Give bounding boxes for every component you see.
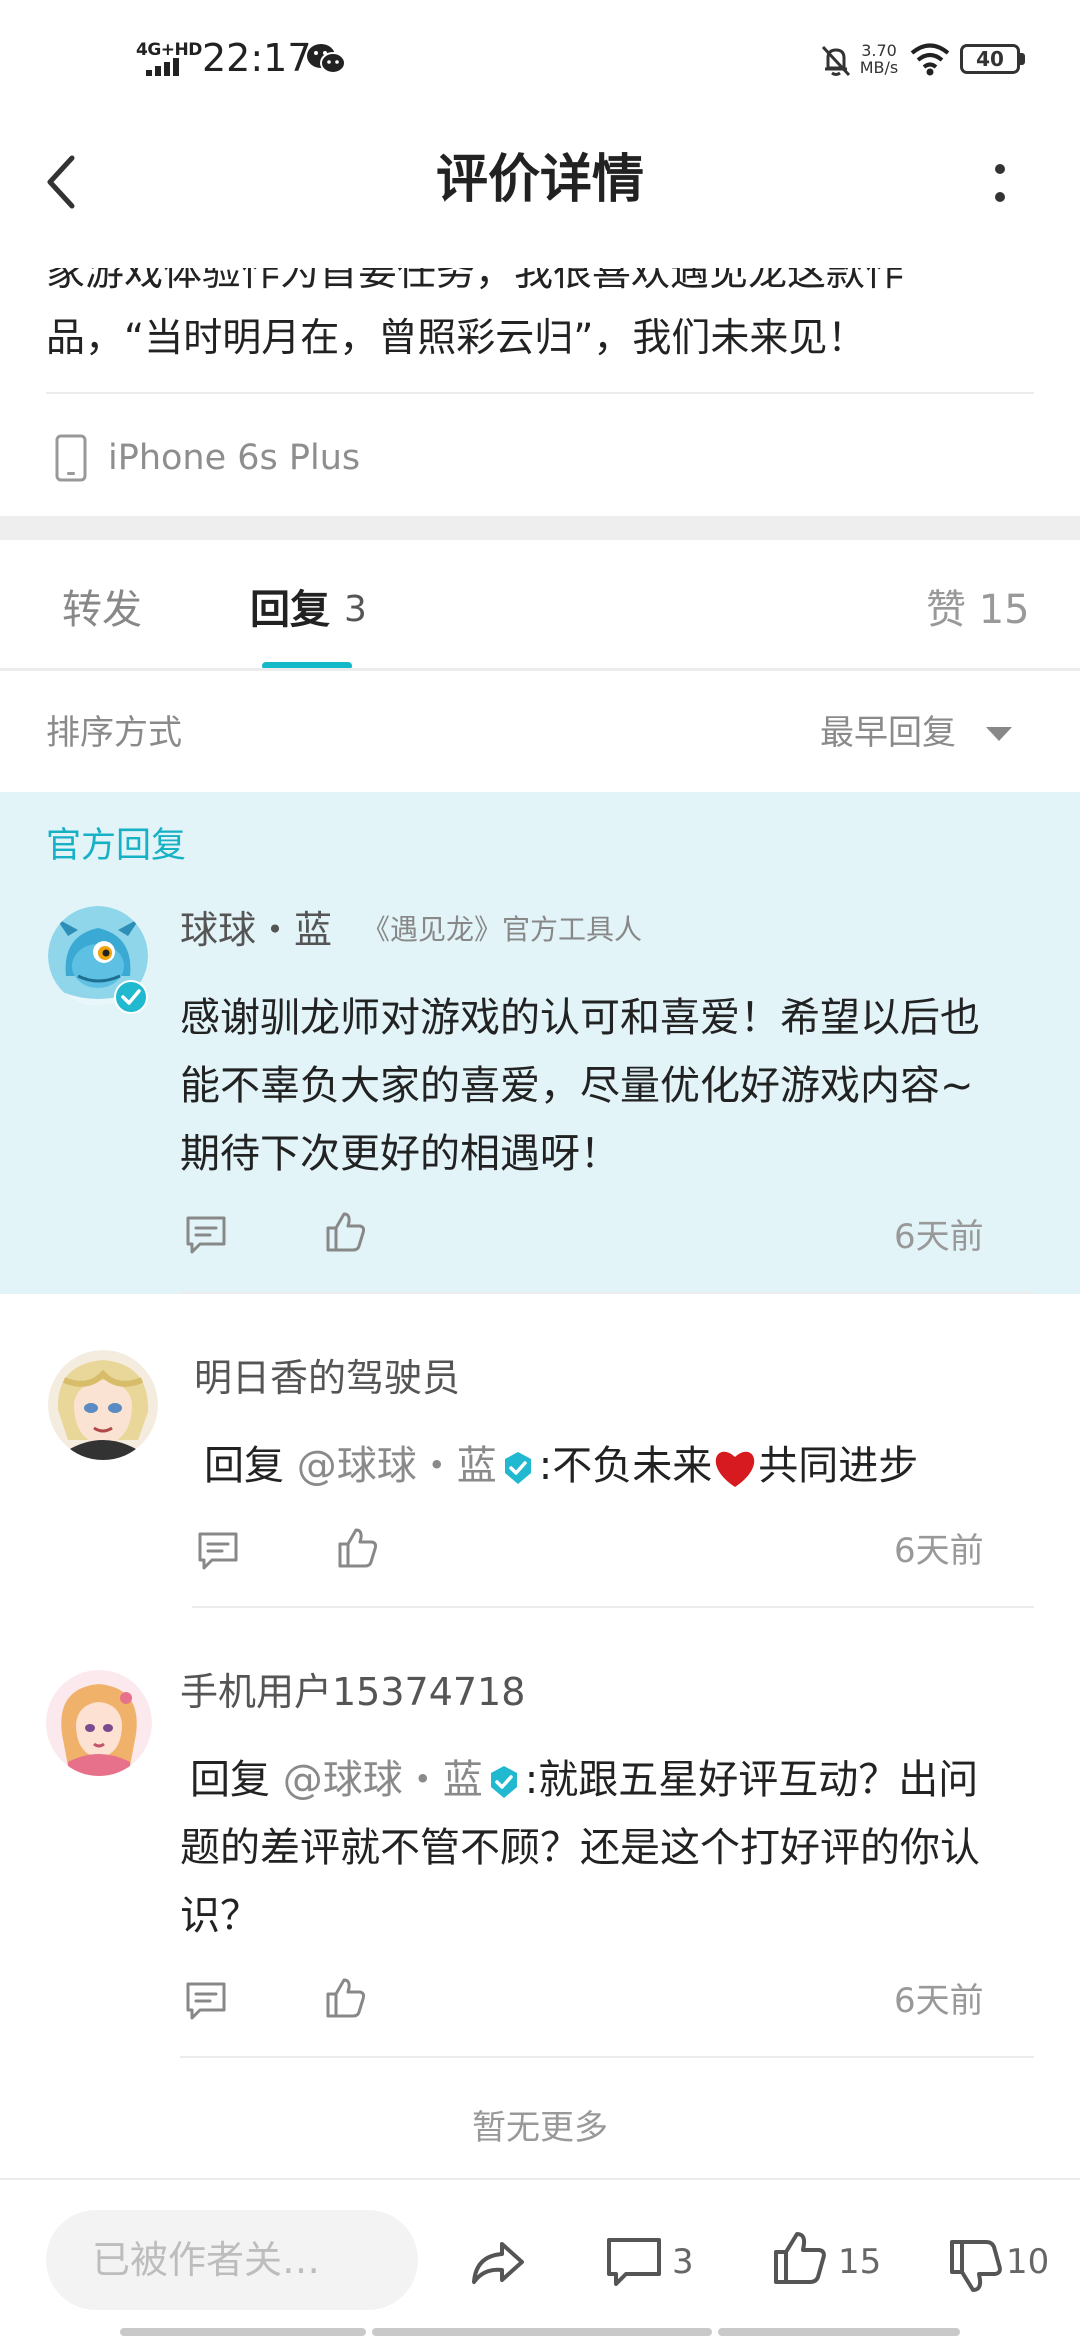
comment-icon[interactable]	[604, 2232, 664, 2292]
reply-author-name[interactable]: 手机用户15374718	[180, 1666, 525, 1718]
device-name: iPhone 6s Plus	[108, 438, 361, 478]
comment-input-placeholder: 已被作者关…	[92, 2238, 321, 2282]
signal-icon	[146, 58, 179, 76]
comment-icon[interactable]	[196, 1528, 240, 1572]
wechat-icon	[307, 44, 346, 74]
dislike-count: 10	[1006, 2242, 1050, 2282]
reply-prefix: 回复	[204, 1443, 284, 1489]
comment-icon[interactable]	[184, 1212, 228, 1256]
caret-down-icon[interactable]	[984, 724, 1014, 744]
reply-time: 6天前	[894, 1217, 984, 1257]
sort-dropdown[interactable]: 最早回复	[820, 708, 956, 758]
battery-tip	[1020, 53, 1025, 65]
comment-icon[interactable]	[184, 1978, 228, 2022]
divider	[192, 1606, 1034, 1608]
reply-text: 题的差评就不管不顾？还是这个打好评的你认	[180, 1825, 980, 1871]
tab-reply[interactable]: 回复	[250, 580, 330, 640]
reply-prefix: 回复	[190, 1757, 270, 1803]
divider	[180, 1292, 1034, 1294]
official-author-name[interactable]: 球球・蓝	[180, 904, 332, 956]
verified-icon	[504, 1452, 531, 1484]
reply-text: 识？	[180, 1893, 260, 1939]
mention-link[interactable]: @球球・蓝	[283, 1757, 483, 1803]
section-separator	[0, 516, 1080, 540]
official-reply-text: 能不辜负大家的喜爱，尽量优化好游戏内容~	[180, 1063, 974, 1109]
official-reply-text: 感谢驯龙师对游戏的认可和喜爱！希望以后也	[180, 995, 980, 1041]
page-title: 评价详情	[435, 150, 644, 210]
reply-text: 回复 @球球・蓝 :就跟五星好评互动？出问	[190, 1746, 1030, 1814]
like-count: 15	[838, 2242, 882, 2282]
user-avatar[interactable]	[48, 1350, 158, 1460]
reply-author-name[interactable]: 明日香的驾驶员	[194, 1352, 460, 1404]
sort-label: 排序方式	[46, 713, 182, 753]
network-speed: 3.70 MB/s	[858, 42, 900, 76]
speed-value: 3.70	[861, 41, 897, 60]
battery-icon: 40	[960, 44, 1020, 74]
divider	[180, 2056, 1034, 2058]
official-author-tag: 《遇见龙》官方工具人	[362, 913, 643, 946]
battery-level: 40	[976, 47, 1004, 71]
heart-icon	[715, 1451, 755, 1487]
reply-text: 回复 @球球・蓝 :不负未来 共同进步	[204, 1432, 918, 1500]
speed-unit: MB/s	[859, 58, 899, 77]
divider	[46, 392, 1034, 394]
status-bar: 4G+HD 22:17 3.70 MB/s 40	[0, 0, 1080, 120]
tab-reply-count: 3	[344, 589, 367, 630]
reply-time: 6天前	[894, 1981, 984, 2021]
share-icon[interactable]	[468, 2232, 528, 2292]
verified-icon	[490, 1766, 517, 1798]
wifi-icon	[910, 43, 950, 76]
divider	[0, 668, 1080, 671]
thumbs-up-icon[interactable]	[324, 1210, 368, 1254]
no-more-label: 暂无更多	[472, 2108, 608, 2148]
verified-icon	[114, 980, 148, 1014]
reply-body: :不负未来	[538, 1443, 713, 1489]
network-type: 4G+HD	[136, 40, 202, 60]
thumbs-up-icon[interactable]	[770, 2228, 830, 2288]
reply-body: 共同进步	[758, 1443, 919, 1489]
more-vertical-icon[interactable]	[988, 152, 1012, 214]
phone-icon	[55, 434, 87, 482]
official-reply-label: 官方回复	[46, 826, 187, 866]
thumbs-up-icon[interactable]	[336, 1526, 380, 1570]
review-text-line: 品，“当时明月在，曾照彩云归”，我们未来见！	[46, 316, 867, 361]
tab-repost[interactable]: 转发	[62, 580, 142, 640]
user-avatar[interactable]	[46, 1670, 152, 1776]
mute-bell-icon	[821, 45, 851, 77]
thumbs-down-icon[interactable]	[946, 2236, 1006, 2296]
reply-time: 6天前	[894, 1531, 984, 1571]
official-reply-text: 期待下次更好的相遇呀！	[180, 1131, 620, 1177]
status-time: 22:17	[202, 36, 312, 80]
gesture-bar	[120, 2328, 960, 2336]
comment-count: 3	[672, 2242, 694, 2282]
mention-link[interactable]: @球球・蓝	[297, 1443, 497, 1489]
thumbs-up-icon[interactable]	[324, 1976, 368, 2020]
reply-body: :就跟五星好评互动？出问	[524, 1757, 979, 1803]
tab-like[interactable]: 赞 15	[926, 580, 1030, 640]
